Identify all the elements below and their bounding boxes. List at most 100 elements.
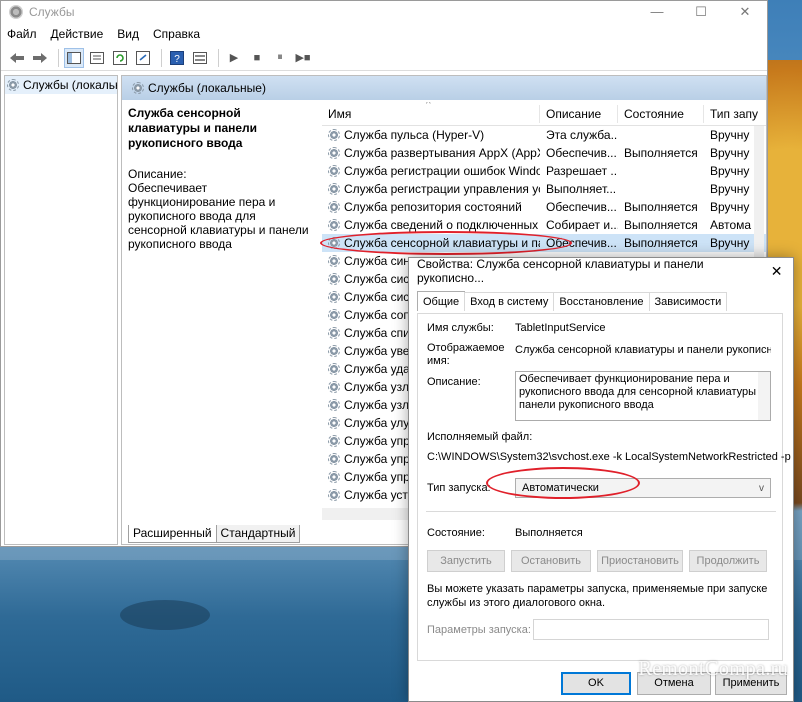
description-label: Описание: xyxy=(128,167,187,181)
service-name-text: Служба регистрации управления устройство… xyxy=(344,182,540,196)
service-name-text: Служба уста xyxy=(344,488,415,502)
pause-button[interactable]: Приостановить xyxy=(597,550,683,572)
arrow-left-icon[interactable] xyxy=(7,48,27,68)
view-tabs: Расширенный Стандартный xyxy=(128,525,301,543)
service-description-cell: Собирает и... xyxy=(546,218,618,232)
window-title: Службы xyxy=(29,5,75,19)
toolbar-separator xyxy=(218,48,219,67)
tree-item-local-services[interactable]: Службы (локальн xyxy=(5,76,117,94)
service-name-text: Служба упр xyxy=(344,434,410,448)
service-name-text: Служба сис xyxy=(344,290,410,304)
tab-dependencies[interactable]: Зависимости xyxy=(648,292,728,311)
menu-help[interactable]: Справка xyxy=(153,27,200,41)
service-gear-icon xyxy=(328,489,340,501)
display-name-label: Отображаемое имя: xyxy=(427,342,505,367)
service-state-cell: Выполняется xyxy=(624,218,698,232)
menu-file[interactable]: Файл xyxy=(7,27,37,41)
service-name-text: Служба уда xyxy=(344,362,410,376)
service-name-text: Служба улу xyxy=(344,416,410,430)
tab-recovery[interactable]: Восстановление xyxy=(553,292,650,311)
service-name-label: Имя службы: xyxy=(427,322,494,334)
exe-label: Исполняемый файл: xyxy=(427,431,533,443)
service-gear-icon xyxy=(328,129,340,141)
highlight-oval-startup xyxy=(486,467,640,499)
pause-icon[interactable]: ⏸ xyxy=(270,48,290,68)
tab-logon[interactable]: Вход в систему xyxy=(464,292,555,311)
tab-extended[interactable]: Расширенный xyxy=(128,525,217,543)
service-name-text: Служба репозитория состояний xyxy=(344,200,522,214)
table-row[interactable]: Служба пульса (Hyper-V) Эта служба... Вруч… xyxy=(322,126,766,144)
column-description[interactable]: Описание xyxy=(540,104,618,123)
selected-service-title: Служба сенсорной клавиатуры и панели рук… xyxy=(128,106,258,150)
service-gear-icon xyxy=(328,399,340,411)
play-icon[interactable]: ▶ xyxy=(224,48,244,68)
window-controls: — ☐ ✕ xyxy=(635,4,767,20)
service-name-cell: Служба регистрации ошибок Windows xyxy=(322,162,540,180)
highlight-oval-row xyxy=(320,231,572,255)
console-tree-icon[interactable] xyxy=(64,47,84,68)
service-gear-icon xyxy=(328,147,340,159)
table-row[interactable]: Служба развертывания AppX (AppXSVC) Обесп… xyxy=(322,144,766,162)
description-value: Обеспечивает функционирование пера и рук… xyxy=(519,373,766,411)
start-params-label: Параметры запуска: xyxy=(427,624,531,636)
stop-icon[interactable]: ■ xyxy=(247,48,267,68)
details-icon[interactable] xyxy=(190,48,210,68)
desktop-figure xyxy=(120,600,210,630)
description-box[interactable]: Обеспечивает функционирование пера и рук… xyxy=(515,371,771,421)
service-gear-icon xyxy=(328,219,340,231)
export-list-icon[interactable] xyxy=(133,48,153,68)
arrow-right-icon[interactable] xyxy=(30,48,50,68)
refresh-icon[interactable] xyxy=(110,48,130,68)
service-name-text: Служба развертывания AppX (AppXSVC) xyxy=(344,146,540,160)
service-state-cell: Выполняется xyxy=(624,146,698,160)
console-tree: Службы (локальн xyxy=(4,75,118,545)
tab-standard[interactable]: Стандартный xyxy=(215,525,301,543)
service-gear-icon xyxy=(328,327,340,339)
service-gear-icon xyxy=(328,183,340,195)
stop-button[interactable]: Остановить xyxy=(511,550,591,572)
services-gear-icon xyxy=(7,79,19,91)
close-button[interactable]: ✕ xyxy=(723,4,767,20)
service-gear-icon xyxy=(328,291,340,303)
help-icon[interactable]: ? xyxy=(167,48,187,68)
ok-button[interactable]: OK xyxy=(561,672,631,695)
start-button[interactable]: Запустить xyxy=(427,550,505,572)
description-scrollbar[interactable] xyxy=(758,372,770,420)
service-name-text: Служба узла xyxy=(344,380,416,394)
menu-action[interactable]: Действие xyxy=(51,27,104,41)
tree-item-label: Службы (локальн xyxy=(23,78,117,92)
exe-path: C:\WINDOWS\System32\svchost.exe -k Local… xyxy=(427,451,791,463)
service-gear-icon xyxy=(328,309,340,321)
column-state[interactable]: Состояние xyxy=(618,104,704,123)
column-name[interactable]: Имя xyxy=(322,104,540,123)
pane-header-title: Службы (локальные) xyxy=(148,81,266,95)
start-params-hint: Вы можете указать параметры запуска, при… xyxy=(427,583,768,609)
service-name-cell: Служба регистрации управления устройство… xyxy=(322,180,540,198)
service-name-text: Служба спи xyxy=(344,326,410,340)
service-name-text: Служба упр xyxy=(344,452,410,466)
start-params-input[interactable] xyxy=(533,619,769,640)
restart-icon[interactable]: ▶■ xyxy=(293,48,313,68)
table-row[interactable]: Служба репозитория состояний Обеспечив...… xyxy=(322,198,766,216)
maximize-button[interactable]: ☐ xyxy=(679,4,723,20)
service-description-cell: Выполняет... xyxy=(546,182,617,196)
menu-view[interactable]: Вид xyxy=(117,27,139,41)
properties-icon[interactable] xyxy=(87,48,107,68)
service-gear-icon xyxy=(328,201,340,213)
table-row[interactable]: Служба регистрации управления устройство… xyxy=(322,180,766,198)
tab-general[interactable]: Общие xyxy=(417,291,466,311)
service-gear-icon xyxy=(328,417,340,429)
table-row[interactable]: Служба регистрации ошибок Windows Разреша… xyxy=(322,162,766,180)
dialog-close-button[interactable]: ✕ xyxy=(760,263,793,280)
title-bar: Службы — ☐ ✕ xyxy=(1,1,767,23)
service-gear-icon xyxy=(328,345,340,357)
service-name-text: Служба сис xyxy=(344,272,410,286)
service-state-cell xyxy=(618,162,704,180)
status-value: Выполняется xyxy=(515,527,583,539)
service-name-text: Служба пульса (Hyper-V) xyxy=(344,128,485,142)
service-state-cell xyxy=(618,180,704,198)
minimize-button[interactable]: — xyxy=(635,4,679,20)
resume-button[interactable]: Продолжить xyxy=(689,550,767,572)
dialog-title: Свойства: Служба сенсорной клавиатуры и … xyxy=(417,257,704,285)
column-startup-type[interactable]: Тип запу xyxy=(704,105,766,123)
